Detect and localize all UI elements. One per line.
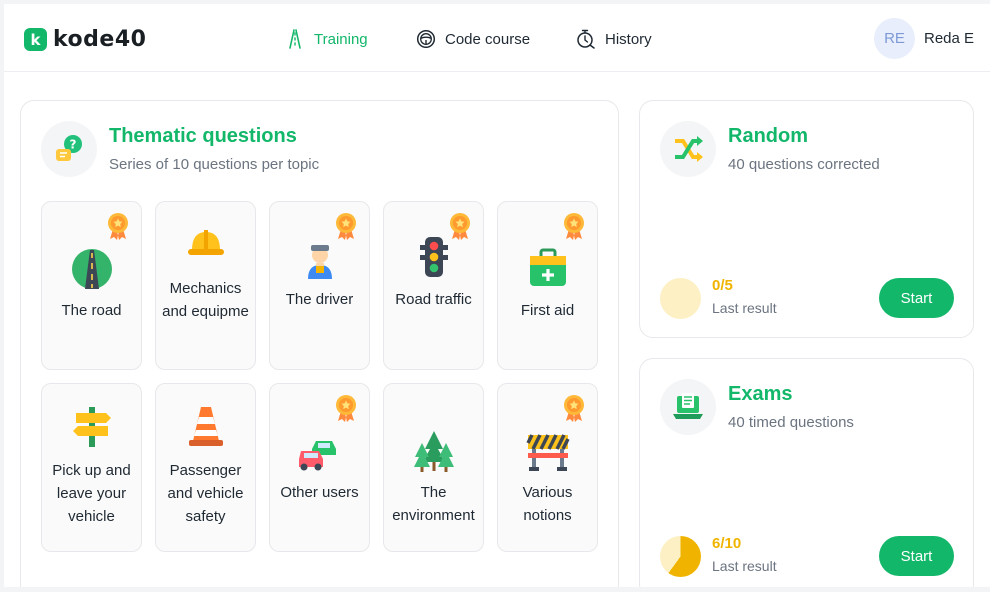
exams-score: 6/10: [712, 535, 742, 552]
topic-tile-environment[interactable]: The environment: [383, 383, 484, 552]
logo[interactable]: k kode40: [24, 27, 146, 52]
topic-tile-the-driver[interactable]: The driver: [269, 201, 370, 370]
topic-tile-various-notions[interactable]: Various notions: [497, 383, 598, 552]
medal-icon: [105, 212, 131, 240]
medal-icon: [333, 394, 359, 422]
random-card: Random 40 questions corrected 0/5 Last r…: [639, 100, 974, 338]
result-pie-chart: [660, 278, 701, 319]
topic-tile-road-traffic[interactable]: Road traffic: [383, 201, 484, 370]
nav-code-course-label: Code course: [445, 30, 531, 48]
trees-icon: [412, 429, 456, 473]
user-menu[interactable]: RE Reda E: [874, 18, 974, 59]
traffic-light-icon: [412, 235, 456, 279]
nav-history-label: History: [605, 30, 652, 48]
first-aid-kit-icon: [526, 247, 570, 291]
medal-icon: [561, 212, 587, 240]
avatar[interactable]: RE: [874, 18, 915, 59]
result-pie-chart: [660, 536, 701, 577]
logo-badge: k: [24, 28, 47, 51]
exams-start-button[interactable]: Start: [879, 536, 954, 576]
road-barrier-icon: [526, 429, 570, 473]
nav-training[interactable]: Training: [284, 28, 368, 50]
topic-tile-other-users[interactable]: Other users: [269, 383, 370, 552]
topic-label: Other users: [280, 484, 359, 501]
topic-label: The environment: [392, 484, 475, 524]
road-icon: [284, 28, 306, 50]
topic-tile-passenger-safety[interactable]: Passenger and vehicle safety: [155, 383, 256, 552]
random-result-label: Last result: [712, 300, 777, 316]
topic-label: The road: [61, 302, 122, 319]
topic-label: Various notions: [522, 484, 573, 524]
driver-icon: [298, 235, 342, 279]
topic-label: Passenger and vehicle safety: [167, 462, 244, 525]
laptop-checklist-icon: [660, 379, 716, 435]
svg-text:?: ?: [70, 138, 77, 152]
nav-code-course[interactable]: Code course: [415, 28, 530, 50]
thematic-questions-card: ? Thematic questions Series of 10 questi…: [20, 100, 619, 587]
nav-history[interactable]: History: [575, 28, 652, 50]
random-start-button[interactable]: Start: [879, 278, 954, 318]
traffic-cone-icon: [184, 404, 228, 448]
random-title: Random: [728, 125, 808, 147]
exams-result-label: Last result: [712, 558, 777, 574]
cars-icon: [298, 429, 342, 473]
topic-label: Pick up and leave your vehicle: [52, 462, 131, 525]
topic-tile-first-aid[interactable]: First aid: [497, 201, 598, 370]
road-icon: [70, 247, 114, 291]
top-header: k kode40 Training Code course History RE…: [4, 4, 990, 72]
exams-subtitle: 40 timed questions: [728, 414, 854, 431]
question-bubbles-icon: ?: [41, 121, 97, 177]
user-name: Reda E: [924, 30, 975, 47]
random-subtitle: 40 questions corrected: [728, 156, 880, 173]
thematic-subtitle: Series of 10 questions per topic: [109, 156, 320, 173]
logo-text: kode40: [53, 27, 147, 52]
topic-label: Mechanics and equipme: [162, 280, 249, 320]
exams-title: Exams: [728, 383, 793, 405]
shuffle-icon: [660, 121, 716, 177]
topic-label: Road traffic: [395, 291, 472, 308]
app-page: k kode40 Training Code course History RE…: [4, 4, 990, 587]
random-score: 0/5: [712, 277, 733, 294]
topic-tile-pick-up-leave-vehicle[interactable]: Pick up and leave your vehicle: [41, 383, 142, 552]
topic-tile-the-road[interactable]: The road: [41, 201, 142, 370]
topic-label: The driver: [285, 291, 354, 308]
exams-card: Exams 40 timed questions 6/10 Last resul…: [639, 358, 974, 587]
stopwatch-icon: [575, 28, 597, 50]
medal-icon: [561, 394, 587, 422]
nav-training-label: Training: [314, 30, 368, 48]
hard-hat-icon: [184, 222, 228, 266]
thematic-title: Thematic questions: [109, 125, 297, 147]
topic-label: First aid: [520, 302, 575, 319]
steering-wheel-icon: [415, 28, 437, 50]
topic-tile-mechanics[interactable]: Mechanics and equipme: [155, 201, 256, 370]
signpost-icon: [70, 404, 114, 448]
